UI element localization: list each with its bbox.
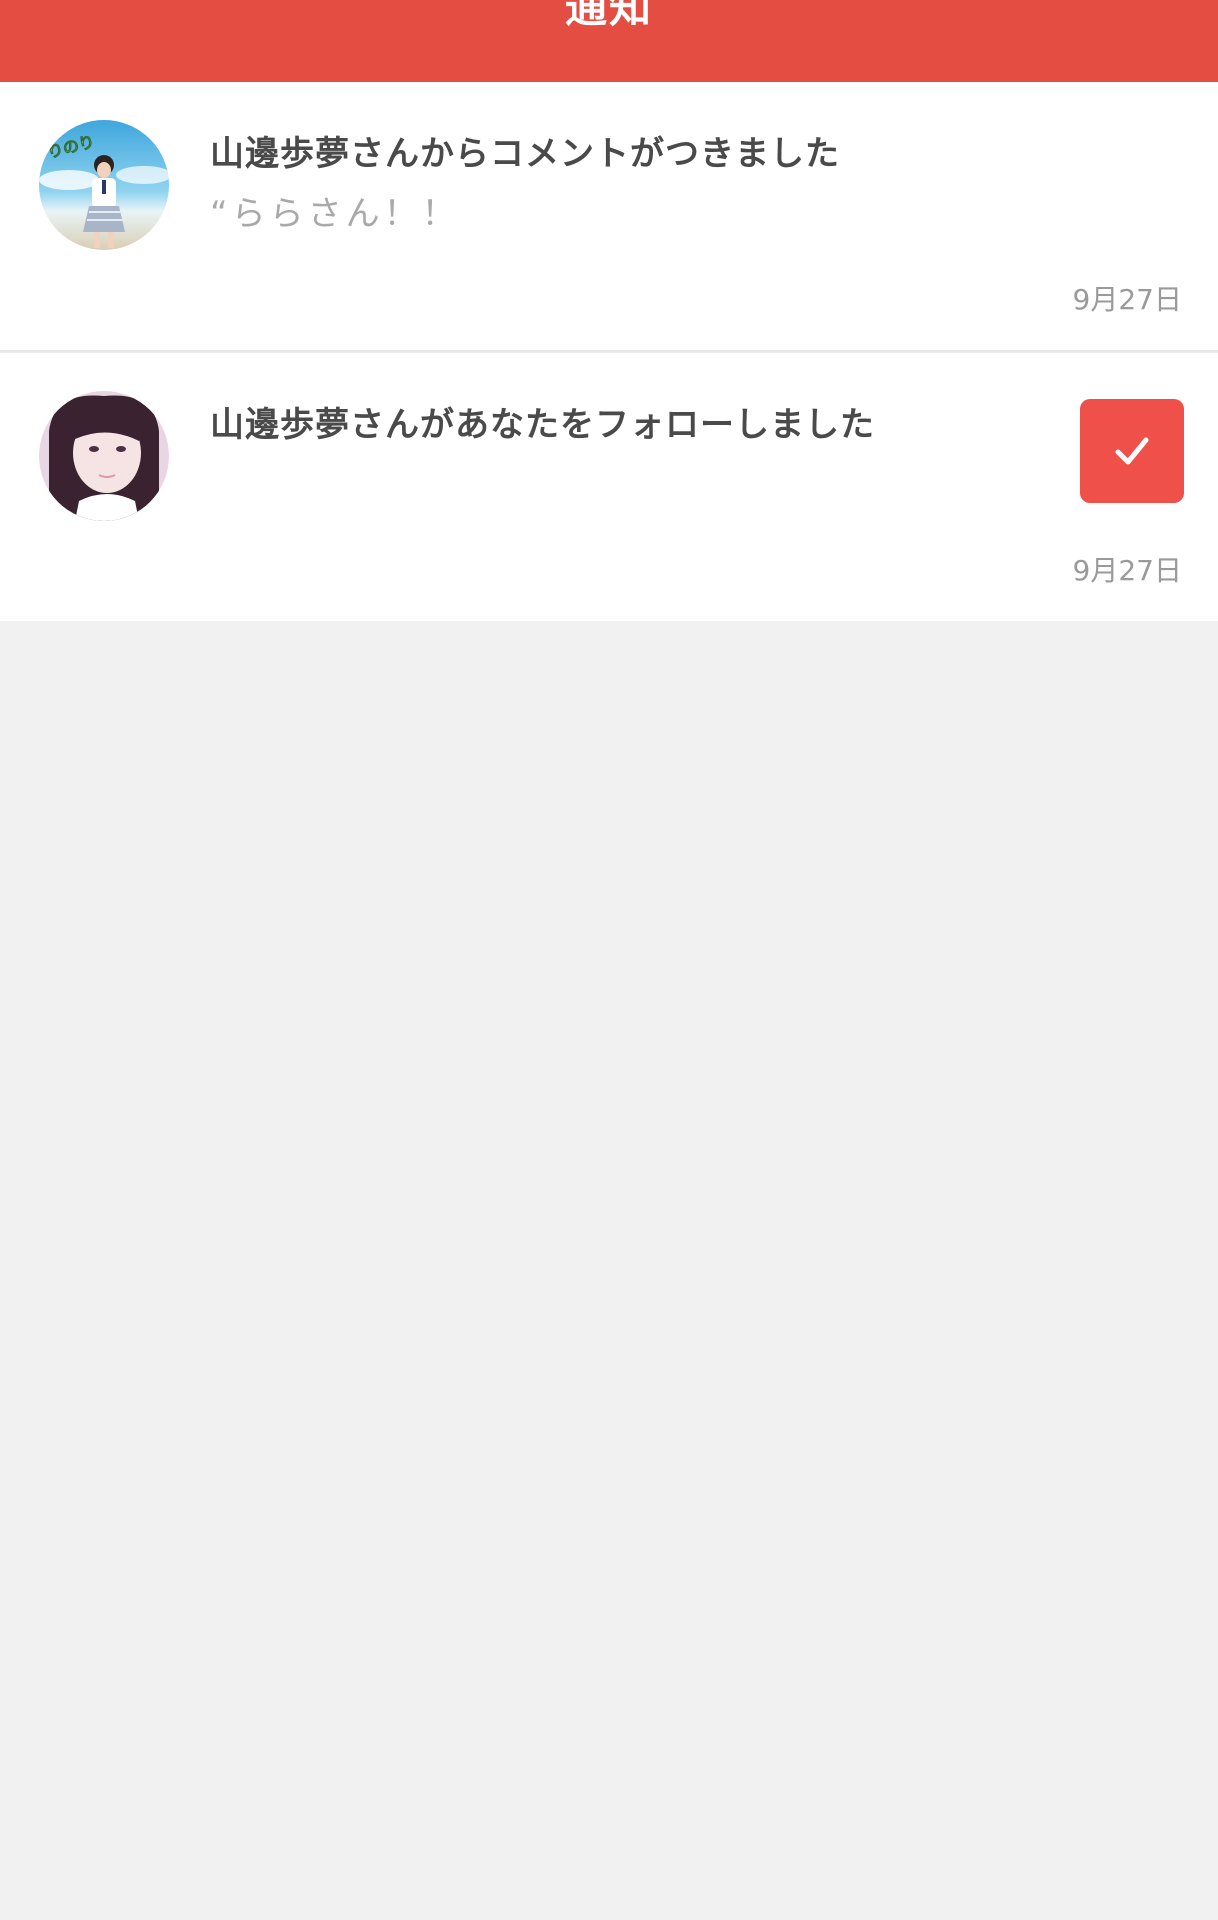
notification-list: りのり 山邊歩夢さんからコメントがつきました “ららさん！！ 9月27日 山邊歩… xyxy=(0,82,1218,621)
comment-preview: “ららさん！！ xyxy=(210,194,460,234)
user-avatar[interactable] xyxy=(39,391,169,521)
page-title: 通知 xyxy=(564,0,653,32)
user-avatar[interactable]: りのり xyxy=(39,120,169,250)
notification-item-follow[interactable]: 山邊歩夢さんがあなたをフォローしました 9月27日 xyxy=(0,350,1218,621)
notification-title: 山邊歩夢さんからコメントがつきました xyxy=(210,134,840,174)
notification-title: 山邊歩夢さんがあなたをフォローしました xyxy=(210,405,875,445)
checkmark-icon xyxy=(1115,437,1149,465)
notification-date: 9月27日 xyxy=(1072,554,1182,587)
follow-back-button[interactable] xyxy=(1080,399,1184,503)
notification-item-comment[interactable]: りのり 山邊歩夢さんからコメントがつきました “ららさん！！ 9月27日 xyxy=(0,82,1218,350)
avatar-beach-image: りのり xyxy=(39,120,169,250)
avatar-portrait-image xyxy=(39,391,169,521)
header-bar: 通知 xyxy=(0,0,1218,82)
notifications-screen: 通知 りのり 山邊歩夢さんからコメントがつきました “ららさん！！ 9月27日 … xyxy=(0,0,1218,1920)
notification-date: 9月27日 xyxy=(1072,283,1182,316)
